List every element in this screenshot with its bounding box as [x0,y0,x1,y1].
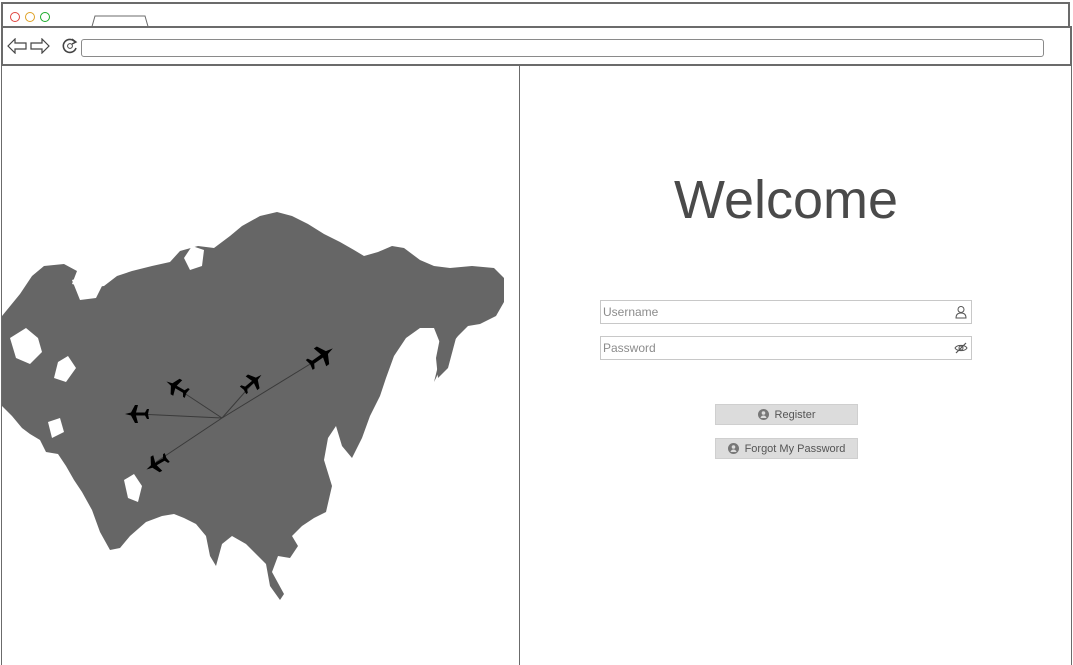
eurasia-map-illustration [2,212,504,600]
register-button-label: Register [774,408,816,421]
page-title: Welcome [673,170,899,230]
back-arrow-icon[interactable] [7,38,27,54]
user-circle-icon [727,443,739,454]
password-input[interactable] [601,337,943,359]
password-field[interactable] [600,336,972,360]
illustration-panel [1,66,520,665]
browser-title-bar [1,2,1070,30]
close-window-button[interactable] [10,12,20,22]
username-field[interactable] [600,300,972,324]
maximize-window-button[interactable] [40,12,50,22]
eye-slash-icon[interactable] [954,341,968,355]
browser-address-bar [1,26,1072,66]
login-panel: Welcome Register Forgot My Password [520,66,1072,665]
forward-arrow-icon[interactable] [30,38,50,54]
user-circle-icon [757,409,769,420]
forgot-password-button-label: Forgot My Password [744,442,846,455]
register-button[interactable]: Register [715,404,858,425]
url-input[interactable] [81,39,1044,57]
forgot-password-button[interactable]: Forgot My Password [715,438,858,459]
minimize-window-button[interactable] [25,12,35,22]
username-input[interactable] [601,301,943,323]
eurasia-landmass [2,212,504,600]
user-icon [955,306,967,319]
reload-icon[interactable] [61,37,79,55]
